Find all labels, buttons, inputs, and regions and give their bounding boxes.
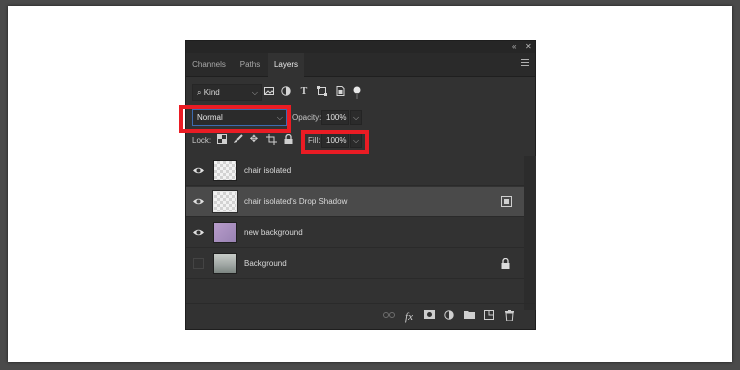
link-layers-icon[interactable]	[382, 310, 396, 324]
lock-icon	[501, 257, 512, 269]
layers-scrollbar[interactable]	[524, 156, 536, 310]
lock-transparent-pixels-icon[interactable]	[216, 134, 228, 146]
lock-label: Lock:	[192, 136, 212, 145]
layer-thumbnail	[213, 222, 237, 243]
tab-layers[interactable]: Layers	[268, 53, 304, 77]
smart-object-filter-icon[interactable]	[334, 86, 346, 98]
chevron-down-icon: ⌵	[251, 88, 258, 97]
layer-name[interactable]: new background	[244, 228, 303, 237]
panel-tabs: Channels Paths Layers	[186, 53, 535, 77]
type-filter-icon[interactable]: T	[298, 86, 310, 98]
layers-bottom-toolbar: fx	[186, 303, 535, 330]
layer-row-new-background[interactable]: new background	[186, 218, 524, 248]
highlight-box-fill	[301, 130, 369, 154]
image-filter-icon[interactable]	[263, 86, 275, 98]
shape-filter-icon[interactable]	[316, 86, 328, 98]
tab-channels[interactable]: Channels	[186, 53, 232, 77]
visibility-toggle-off[interactable]	[193, 258, 204, 269]
layer-name[interactable]: chair isolated's Drop Shadow	[244, 197, 347, 206]
lock-artboard-icon[interactable]	[265, 134, 277, 146]
layer-name[interactable]: chair isolated	[244, 166, 291, 175]
filter-kind-select[interactable]: ⌕ Kind ⌵	[192, 84, 262, 101]
panel-menu-icon[interactable]	[521, 59, 529, 67]
close-panel-icon[interactable]: ✕	[525, 42, 532, 51]
layers-list: chair isolated chair isolated's Drop Sha…	[186, 156, 524, 310]
eye-icon[interactable]	[192, 164, 205, 177]
layer-row-chair-isolated[interactable]: chair isolated	[186, 156, 524, 186]
filter-toggle-icon[interactable]	[351, 86, 363, 99]
lock-position-icon[interactable]: ✥	[248, 134, 260, 146]
opacity-label: Opacity:	[292, 113, 322, 122]
new-group-icon[interactable]	[462, 310, 476, 324]
opacity-input[interactable]: 100%	[321, 110, 349, 125]
fx-icon[interactable]: fx	[402, 310, 416, 324]
layer-filter-row: ⌕ Kind ⌵ T	[186, 83, 535, 103]
lock-image-pixels-icon[interactable]	[232, 134, 244, 146]
delete-layer-icon[interactable]	[502, 310, 516, 324]
lock-all-icon[interactable]	[282, 133, 294, 146]
filter-kind-label: Kind	[203, 88, 220, 97]
layer-thumbnail	[212, 190, 238, 213]
layer-row-background[interactable]: Background	[186, 249, 524, 279]
smart-object-badge-icon	[501, 196, 512, 207]
search-icon: ⌕	[197, 88, 202, 97]
panel-title-strip: « ✕	[186, 41, 535, 53]
eye-icon[interactable]	[192, 226, 205, 239]
tab-paths[interactable]: Paths	[232, 53, 268, 77]
add-mask-icon[interactable]	[422, 310, 436, 324]
layer-thumbnail	[213, 253, 237, 274]
layer-name[interactable]: Background	[244, 259, 287, 268]
layer-thumbnail	[213, 160, 237, 181]
eye-icon[interactable]	[192, 195, 205, 208]
collapse-panel-icon[interactable]: «	[512, 42, 516, 51]
adjustment-layer-icon[interactable]	[442, 310, 456, 324]
new-layer-icon[interactable]	[482, 310, 496, 324]
adjustment-filter-icon[interactable]	[280, 86, 292, 98]
opacity-dropdown-icon[interactable]: ⌵	[350, 110, 362, 125]
highlight-box-blend-mode	[179, 105, 291, 133]
layers-panel: « ✕ Channels Paths Layers ⌕ Kind ⌵ T Nor…	[185, 40, 536, 330]
layer-row-drop-shadow[interactable]: chair isolated's Drop Shadow	[186, 187, 524, 217]
